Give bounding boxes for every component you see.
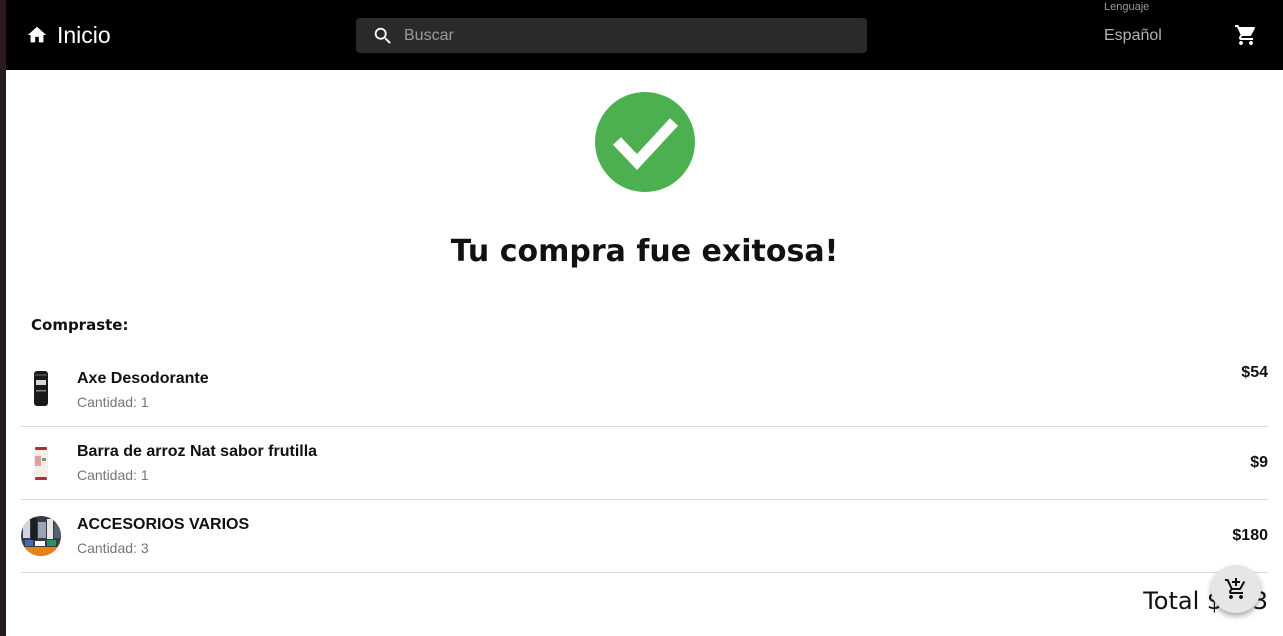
list-item: ACCESORIOS VARIOS Cantidad: 3 $180 xyxy=(21,500,1268,573)
shopping-cart-icon xyxy=(1235,25,1256,45)
product-thumbnail xyxy=(21,443,61,483)
product-thumbnail xyxy=(21,516,61,556)
item-name: Axe Desodorante xyxy=(77,370,209,387)
success-check-badge xyxy=(595,92,695,192)
search-bar xyxy=(356,18,867,53)
list-item: Barra de arroz Nat sabor frutilla Cantid… xyxy=(21,427,1268,500)
item-price: $54 xyxy=(1241,364,1268,381)
item-quantity-value: 3 xyxy=(140,540,149,556)
search-icon xyxy=(374,27,391,44)
list-item: Axe Desodorante Cantidad: 1 $54 xyxy=(21,354,1268,427)
purchased-label: Compraste: xyxy=(31,316,129,334)
home-icon xyxy=(27,26,47,43)
total-label: Total xyxy=(1143,587,1200,615)
item-quantity-label: Cantidad: xyxy=(77,467,141,483)
item-price: $9 xyxy=(1250,454,1268,471)
home-label: Inicio xyxy=(57,21,111,48)
home-button[interactable]: Inicio xyxy=(26,20,111,50)
check-circle-icon xyxy=(613,118,679,171)
app-bar: Inicio Lenguaje Español xyxy=(6,0,1283,70)
item-price: $180 xyxy=(1232,527,1268,544)
language-caption: Lenguaje xyxy=(1104,1,1150,13)
product-thumbnail xyxy=(21,368,61,408)
item-name: ACCESORIOS VARIOS xyxy=(77,516,250,533)
cart-button[interactable] xyxy=(1234,23,1258,47)
page: Inicio Lenguaje Español Tu compra fue ex… xyxy=(6,0,1283,636)
page-title: Tu compra fue exitosa! xyxy=(450,234,839,269)
item-quantity-label: Cantidad: xyxy=(77,394,141,410)
add-to-cart-fab[interactable] xyxy=(1211,565,1261,613)
item-quantity-value: 1 xyxy=(140,467,149,483)
item-quantity-row: Cantidad: 1 xyxy=(77,394,149,410)
item-name: Barra de arroz Nat sabor frutilla xyxy=(77,443,318,460)
item-quantity-row: Cantidad: 1 xyxy=(77,467,149,483)
language-select[interactable]: Español xyxy=(1104,27,1162,45)
add-shopping-cart-icon xyxy=(1225,578,1246,599)
item-quantity-value: 1 xyxy=(140,394,149,410)
item-quantity-row: Cantidad: 3 xyxy=(77,540,149,556)
item-quantity-label: Cantidad: xyxy=(77,540,141,556)
search-input[interactable] xyxy=(404,18,867,53)
